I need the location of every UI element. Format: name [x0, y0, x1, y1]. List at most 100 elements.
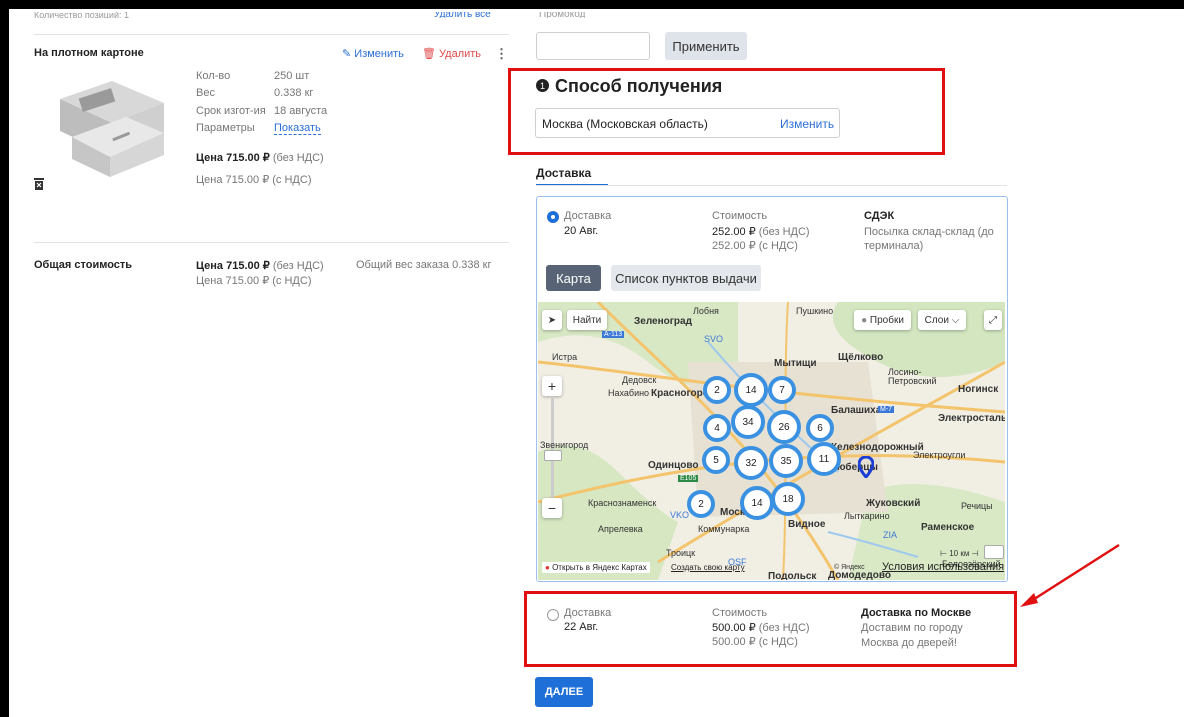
- ruler-icon[interactable]: [984, 545, 1004, 559]
- option2-cost-label: Стоимость: [712, 607, 768, 619]
- red-arrow-annotation: [1020, 543, 1120, 607]
- map-cluster[interactable]: 4: [703, 414, 731, 442]
- map-label: Электросталь: [938, 413, 1005, 424]
- map-cluster[interactable]: 7: [768, 376, 796, 404]
- trash-bin-icon[interactable]: [34, 177, 44, 190]
- layers-label: Слои: [924, 314, 949, 326]
- pickup-list-tab[interactable]: Список пунктов выдачи: [611, 265, 761, 291]
- option1-cost-note: (без НДС): [758, 226, 810, 238]
- create-map-link[interactable]: Создать свою карту: [671, 563, 745, 572]
- map-cluster[interactable]: 14: [740, 486, 774, 520]
- show-params-link[interactable]: Показать: [274, 122, 321, 135]
- option2-cost-note: (без НДС): [758, 622, 810, 634]
- map-cluster[interactable]: 35: [769, 444, 803, 478]
- radio-unselected[interactable]: [547, 609, 559, 621]
- map-label: Раменское: [921, 522, 975, 533]
- total-price-with-vat: Цена 715.00 ₽ (с НДС): [196, 275, 312, 287]
- total-price-note: (без НДС): [272, 260, 324, 272]
- price-with-vat: Цена 715.00 ₽ (с НДС): [196, 174, 312, 186]
- delete-all-link[interactable]: Удалить все: [434, 12, 491, 18]
- map-label: Троицк: [666, 548, 696, 558]
- map-label: Дедовск: [622, 375, 657, 385]
- divider: [34, 34, 509, 35]
- next-button[interactable]: ДАЛЕЕ: [535, 677, 593, 707]
- total-weight: Общий вес заказа 0.338 кг: [356, 259, 492, 271]
- map-label: Коммунарка: [698, 524, 750, 534]
- terms-link[interactable]: Условия использования: [882, 561, 1004, 573]
- map-cluster[interactable]: 14: [734, 373, 768, 407]
- option1-cost-no-vat: 252.00 ₽ (без НДС): [712, 225, 810, 238]
- map-label: Лобня: [693, 306, 719, 316]
- scale-bar-icon: ⊢: [940, 549, 947, 558]
- map-cluster[interactable]: 6: [806, 414, 834, 442]
- road-sign: М-7: [878, 406, 895, 413]
- map-label: Одинцово: [648, 460, 699, 471]
- zoom-in-button[interactable]: +: [542, 376, 562, 396]
- promo-label: Промокод: [539, 12, 586, 18]
- tab-delivery[interactable]: Доставка: [536, 166, 591, 180]
- location-value: Москва (Московская область): [542, 117, 708, 131]
- airport-label: SVO: [704, 334, 724, 344]
- open-in-yandex-link[interactable]: ● Открыть в Яндекс Картах: [542, 562, 650, 573]
- option1-cost-value: 252.00 ₽: [712, 226, 756, 238]
- map-cluster[interactable]: 34: [731, 405, 765, 439]
- option2-cost-value: 500.00 ₽: [712, 622, 756, 634]
- delete-product-button[interactable]: 🗑 Удалить: [422, 47, 481, 60]
- spec-params-label: Параметры: [196, 122, 255, 134]
- zoom-handle[interactable]: [544, 450, 562, 461]
- radio-selected[interactable]: [547, 211, 559, 223]
- total-price-no-vat: Цена 715.00 ₽ (без НДС): [196, 259, 324, 272]
- yandex-map[interactable]: ➤ Найти ● Пробки Слои ⌵ ⤢ + − Зеленоград…: [538, 302, 1005, 580]
- scale-value: 10 км: [949, 549, 970, 558]
- spec-term-label: Срок изгот-ия: [196, 105, 266, 117]
- option2-desc: Доставим по городу Москва до дверей!: [861, 622, 963, 649]
- option2-carrier: Доставка по Москве: [861, 607, 972, 619]
- map-label: Истра: [552, 352, 578, 362]
- chevron-down-icon: ⌵: [951, 314, 960, 326]
- traffic-button[interactable]: ● Пробки: [854, 310, 911, 330]
- edit-product-button[interactable]: ✎ Изменить: [342, 47, 404, 60]
- map-label: Жуковский: [866, 498, 921, 509]
- airport-label: ZIA: [883, 530, 898, 540]
- road-sign: Е105: [678, 475, 699, 482]
- layers-button[interactable]: Слои ⌵: [918, 310, 966, 330]
- product-title: На плотном картоне: [34, 47, 144, 59]
- map-cluster[interactable]: 5: [702, 446, 730, 474]
- promo-code-input[interactable]: [536, 32, 650, 60]
- map-cluster[interactable]: 2: [687, 490, 715, 518]
- map-background: [538, 302, 1005, 580]
- map-cluster[interactable]: 2: [703, 376, 731, 404]
- map-label: Ногинск: [958, 384, 999, 395]
- traffic-icon: ●: [861, 314, 868, 326]
- product-image: [52, 73, 170, 183]
- more-menu-icon[interactable]: ⋮: [495, 46, 508, 62]
- locate-button[interactable]: ➤: [542, 310, 562, 330]
- apply-promo-button[interactable]: Применить: [665, 32, 747, 60]
- open-in-yandex-label: Открыть в Яндекс Картах: [552, 563, 647, 572]
- location-field[interactable]: Москва (Московская область) Изменить: [535, 108, 840, 138]
- map-label: Нахабино: [608, 388, 650, 398]
- map-tab[interactable]: Карта: [546, 265, 601, 291]
- option2-cost-vat: 500.00 ₽ (с НДС): [712, 636, 798, 648]
- divider: [34, 242, 509, 243]
- map-cluster[interactable]: 11: [807, 442, 841, 476]
- spec-term-value: 18 августа: [274, 105, 328, 117]
- fullscreen-icon[interactable]: ⤢: [984, 310, 1002, 330]
- map-cluster[interactable]: 18: [771, 482, 805, 516]
- zoom-out-button[interactable]: −: [542, 498, 562, 518]
- location-pin-icon: [857, 455, 875, 480]
- spec-qty-label: Кол-во: [196, 70, 231, 82]
- change-location-link[interactable]: Изменить: [780, 117, 834, 131]
- step-number-icon: 1: [536, 79, 549, 92]
- map-label: Балашиха: [831, 405, 882, 416]
- map-cluster[interactable]: 26: [767, 410, 801, 444]
- yandex-pin-icon: ●: [545, 563, 550, 572]
- option1-type: Доставка: [564, 210, 612, 222]
- option1-cost-vat: 252.00 ₽ (с НДС): [712, 240, 798, 252]
- road-sign: А-113: [602, 331, 625, 338]
- map-search-button[interactable]: Найти: [567, 310, 607, 330]
- section-title: Способ получения: [555, 76, 723, 96]
- map-cluster[interactable]: 32: [734, 446, 768, 480]
- edit-label: Изменить: [354, 48, 404, 60]
- option1-desc: Посылка склад-склад (до терминала): [864, 226, 994, 252]
